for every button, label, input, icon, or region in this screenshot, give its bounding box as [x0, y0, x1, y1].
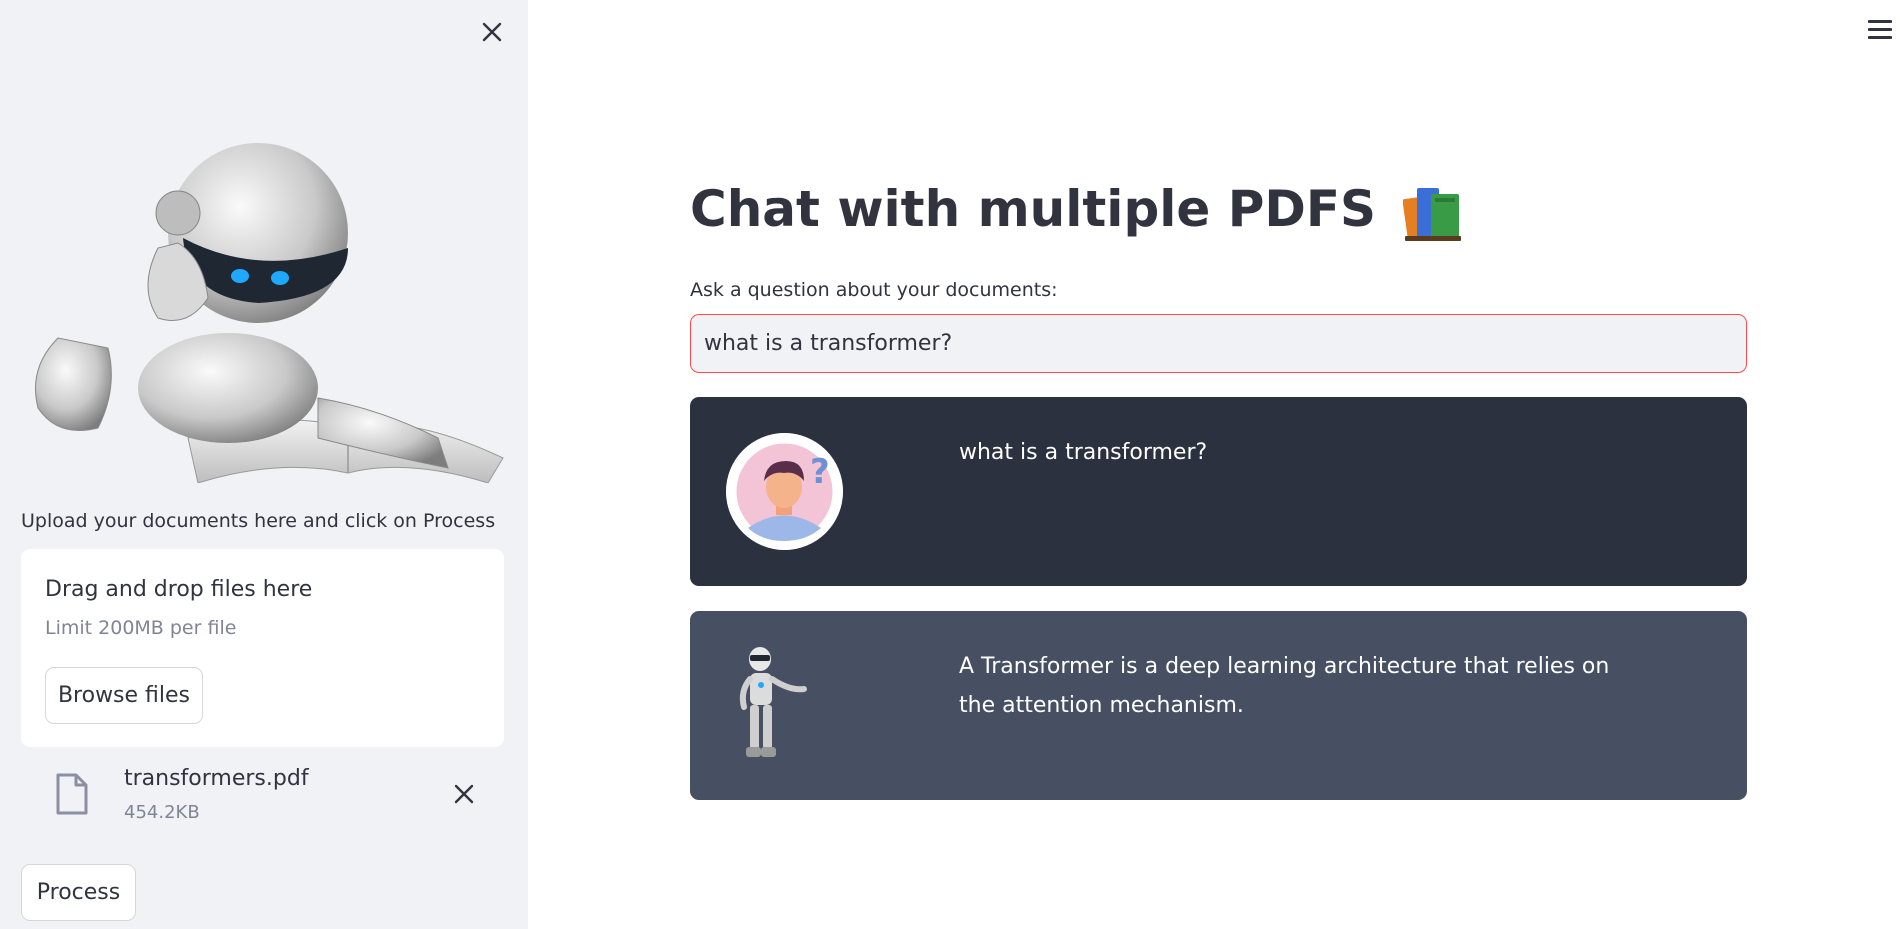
user-avatar: ?: [726, 433, 843, 550]
hamburger-menu-icon[interactable]: [1868, 20, 1894, 42]
robot-reading-image: [35, 143, 504, 483]
process-button[interactable]: Process: [21, 864, 136, 921]
chat-message-user: ? what is a transformer?: [690, 397, 1747, 586]
page-title-text: Chat with multiple PDFS: [690, 180, 1377, 238]
bot-message-text: A Transformer is a deep learning archite…: [959, 654, 1610, 718]
uploaded-file-size: 454.2KB: [124, 802, 200, 823]
books-icon: [1403, 187, 1462, 241]
browse-files-button[interactable]: Browse files: [45, 667, 203, 724]
sidebar: Upload your documents here and click on …: [0, 0, 528, 929]
upload-instructions: Upload your documents here and click on …: [21, 510, 496, 532]
file-icon: [56, 773, 88, 815]
app: Upload your documents here and click on …: [0, 0, 1903, 929]
dropzone-title: Drag and drop files here: [45, 577, 313, 602]
chat-message-bot: A Transformer is a deep learning archite…: [690, 611, 1747, 800]
user-message-text: what is a transformer?: [959, 440, 1208, 465]
remove-file-icon[interactable]: [452, 782, 476, 806]
file-dropzone[interactable]: Drag and drop files here Limit 200MB per…: [21, 549, 504, 747]
svg-text:?: ?: [810, 452, 830, 492]
uploaded-file-name: transformers.pdf: [124, 766, 309, 791]
bot-avatar: [739, 647, 807, 757]
page-title: Chat with multiple PDFS: [690, 180, 1463, 242]
question-input[interactable]: [690, 314, 1747, 373]
question-label: Ask a question about your documents:: [690, 279, 1058, 301]
close-icon[interactable]: [478, 18, 506, 46]
dropzone-limit: Limit 200MB per file: [45, 617, 237, 639]
